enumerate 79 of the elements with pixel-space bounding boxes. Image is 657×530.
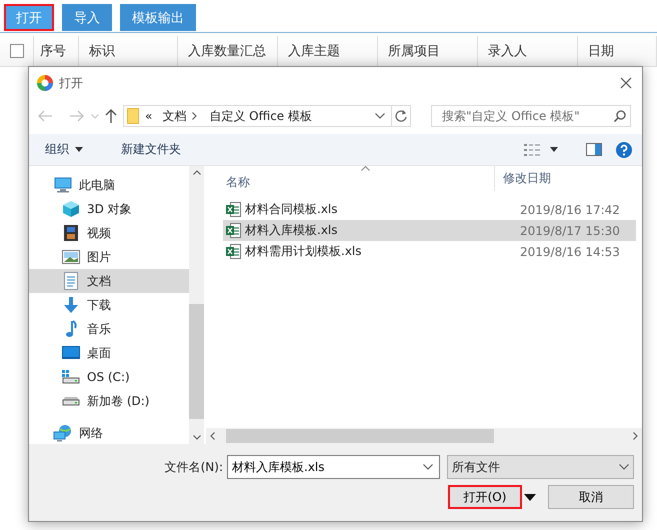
search-field[interactable]: 搜索"自定义 Office 模板" [431,105,631,127]
file-row[interactable]: 材料需用计划模板.xls 2019/8/16 14:53 [223,241,636,262]
network-icon [53,424,73,442]
chevron-down-icon [375,113,385,119]
file-name: 材料需用计划模板.xls [245,243,362,260]
chevron-down-icon [619,464,629,470]
file-date: 2019/8/17 15:30 [519,224,620,238]
column-header: 所属项目 [388,43,440,60]
column-header: 入库数量汇总 [188,43,266,60]
search-icon [614,110,626,122]
command-button[interactable]: 新建文件夹 [115,139,187,160]
file-date: 2019/8/16 14:53 [519,244,620,258]
breadcrumb[interactable]: 自定义 Office 模板 [209,108,312,124]
file-name: 材料合同模板.xls [245,201,338,218]
file-date: 2019/8/16 17:42 [519,202,620,216]
file-name: 材料入库模板.xls [245,222,338,239]
column-header[interactable]: 名称 [226,175,250,193]
chevron-right-icon [633,432,638,440]
caret-icon[interactable] [550,147,558,152]
film-icon [63,224,79,242]
column-header[interactable]: 修改日期 [503,170,551,191]
sidebar-item[interactable]: 3D 对象 [29,197,189,221]
column-header: 标识 [89,43,115,60]
app-logo-icon [37,75,53,91]
image-icon [62,250,80,264]
column-header: 录入人 [488,43,527,60]
address-bar[interactable]: « 文档 自定义 Office 模板 [123,105,411,127]
document-icon [64,272,78,290]
drive-icon [62,396,80,406]
path-overflow[interactable]: « [145,109,152,123]
sidebar-item[interactable]: 文档 [29,269,189,293]
scrollbar[interactable] [206,428,642,444]
computer-icon [54,177,72,193]
chevron-down-icon [192,435,200,440]
sidebar-item[interactable]: 视频 [29,221,189,245]
file-row[interactable]: 材料合同模板.xls 2019/8/16 17:42 [223,199,636,220]
up-arrow-icon[interactable] [105,109,117,123]
preview-pane-icon[interactable] [586,143,602,156]
refresh-icon[interactable] [395,110,407,122]
view-list-icon[interactable] [524,142,540,156]
help-icon[interactable] [616,142,632,158]
sidebar-item[interactable]: 下载 [29,293,189,317]
drive-icon [62,370,80,384]
sidebar-item[interactable]: 新加卷 (D:) [29,389,189,413]
cube-icon [62,200,80,218]
sidebar-item[interactable]: 音乐 [29,317,189,341]
column-header: 序号 [40,43,66,60]
sidebar-item[interactable]: 此电脑 [29,173,189,197]
music-note-icon [65,320,77,338]
spreadsheet-file-icon [226,244,241,259]
chevron-left-icon [210,432,215,440]
file-row[interactable]: 材料入库模板.xls 2019/8/17 15:30 [223,220,636,241]
caret-icon [75,147,83,152]
select-all-checkbox[interactable] [10,44,24,58]
dialog-title: 打开 [59,74,84,92]
field-label: 文件名(N): [164,458,223,476]
folder-icon [127,108,139,124]
desktop-icon [62,346,80,360]
scrollbar[interactable] [189,166,204,444]
down-arrow-icon [63,296,79,314]
sidebar-item[interactable]: OS (C:) [29,365,189,389]
dialog-button[interactable]: 取消 [548,485,634,509]
breadcrumb[interactable]: 文档 [162,108,186,124]
dialog-button[interactable]: 打开(O) [448,485,522,509]
spreadsheet-file-icon [226,202,241,217]
spreadsheet-file-icon [226,223,241,238]
sidebar-item[interactable]: 网络 [29,421,189,445]
filename-field[interactable]: 材料入库模板.xls [227,455,440,479]
close-icon[interactable] [620,77,632,89]
sidebar-item[interactable]: 桌面 [29,341,189,365]
chevron-up-icon [192,170,200,175]
chevron-right-icon [192,112,198,120]
sidebar-item[interactable]: 图片 [29,245,189,269]
menu-button[interactable]: 组织 [39,139,89,160]
column-header: 日期 [588,43,614,60]
caret-icon[interactable] [524,494,536,500]
sort-caret-icon [361,166,370,171]
column-header: 入库主题 [288,43,340,60]
filetype-dropdown[interactable]: 所有文件 [447,455,634,479]
